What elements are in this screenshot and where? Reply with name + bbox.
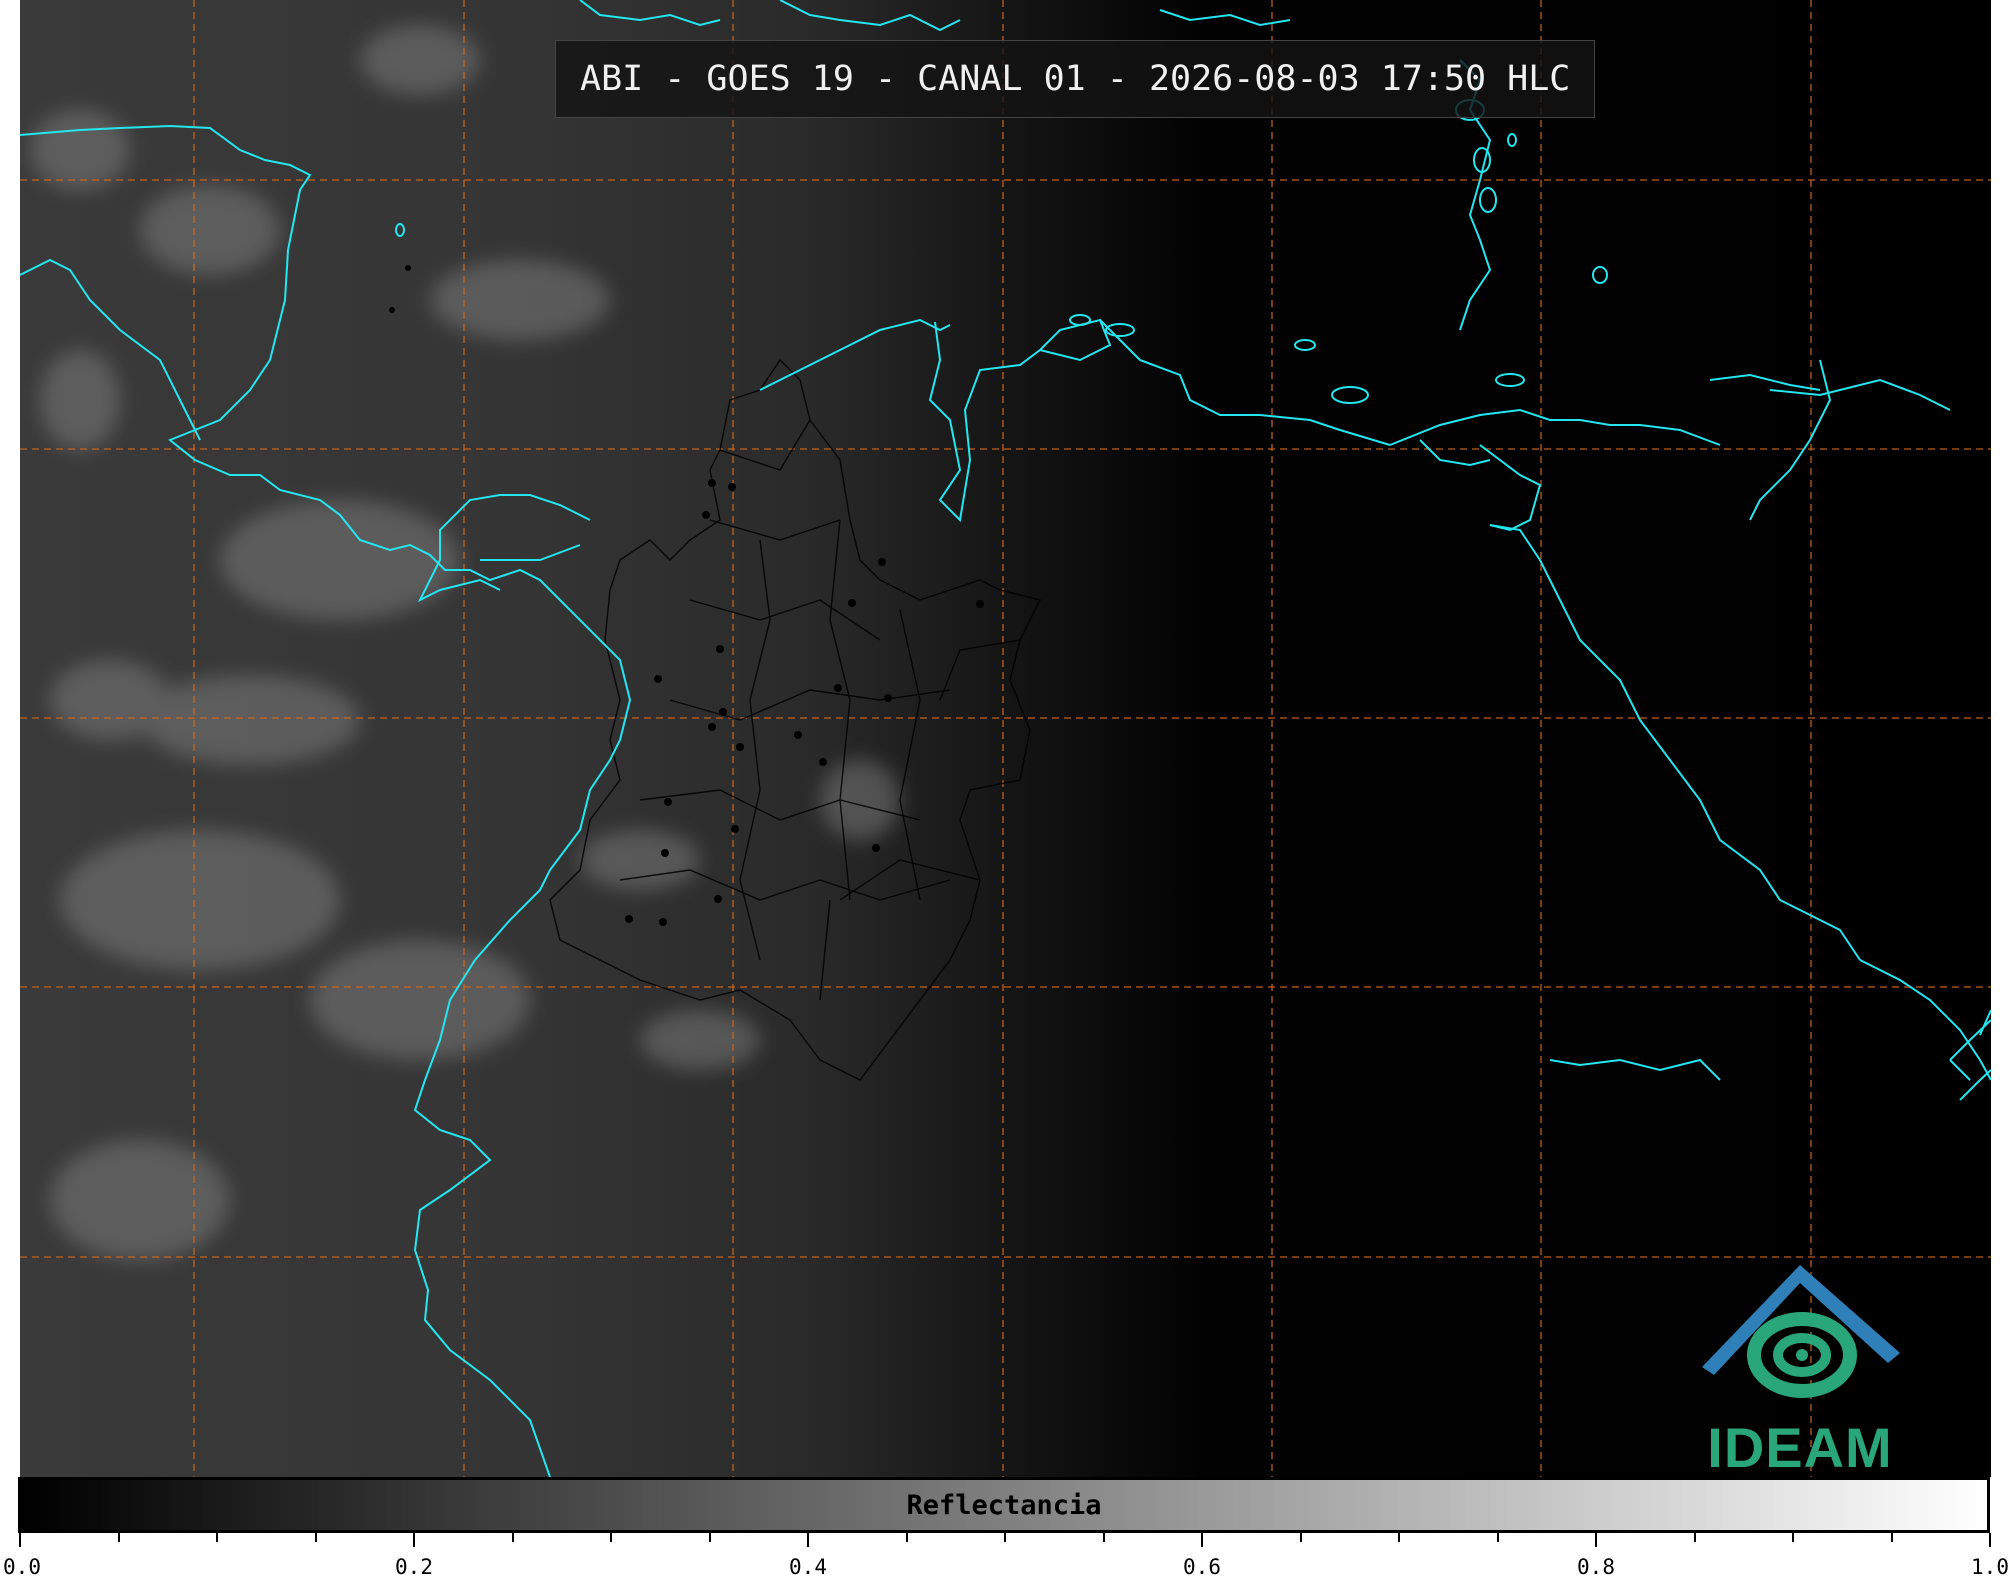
colorbar-major-tick: [413, 1533, 415, 1547]
colorbar-minor-tick: [117, 1533, 120, 1542]
colorbar-major-tick: [1201, 1533, 1203, 1547]
colorbar-tick-label: 0.8: [1577, 1555, 1615, 1579]
ideam-logo-text: IDEAM: [1707, 1416, 1893, 1477]
colorbar-minor-tick: [1496, 1533, 1499, 1542]
colorbar-minor-tick: [1004, 1533, 1006, 1542]
colorbar-minor-tick: [314, 1533, 317, 1542]
colorbar-minor-tick: [610, 1533, 612, 1542]
colorbar-tick-label: 1.0: [1971, 1555, 2009, 1579]
colorbar: Reflectancia: [18, 1477, 1990, 1533]
colorbar-minor-tick: [1102, 1533, 1105, 1542]
colorbar-major-tick: [1989, 1533, 1991, 1547]
satellite-map: ABI - GOES 19 - CANAL 01 - 2026-08-03 17…: [20, 0, 1991, 1477]
colorbar-minor-tick: [216, 1533, 218, 1542]
colorbar-minor-tick: [708, 1533, 711, 1542]
map-title: ABI - GOES 19 - CANAL 01 - 2026-08-03 17…: [555, 40, 1596, 118]
colorbar-minor-tick: [905, 1533, 908, 1542]
colorbar-minor-tick: [1398, 1533, 1400, 1542]
colorbar-minor-tick: [1299, 1533, 1302, 1542]
colorbar-axis: 0.0 0.2 0.4 0.6 0.8 1.0: [0, 1533, 2011, 1579]
ideam-logo: IDEAM: [1680, 1255, 1920, 1477]
colorbar-major-tick: [19, 1533, 21, 1547]
colorbar-tick-label: 0.2: [395, 1555, 433, 1579]
colorbar-major-tick: [1595, 1533, 1597, 1547]
colorbar-tick-label: 0.0: [3, 1555, 41, 1579]
colorbar-label: Reflectancia: [906, 1489, 1102, 1521]
ideam-emblem-icon: [1702, 1265, 1900, 1398]
colorbar-minor-tick: [1890, 1533, 1893, 1542]
colorbar-tick-label: 0.4: [789, 1555, 827, 1579]
colorbar-minor-tick: [1693, 1533, 1696, 1542]
colorbar-minor-tick: [511, 1533, 514, 1542]
colorbar-tick-label: 0.6: [1183, 1555, 1221, 1579]
colorbar-major-tick: [807, 1533, 809, 1547]
colorbar-minor-tick: [1792, 1533, 1794, 1542]
